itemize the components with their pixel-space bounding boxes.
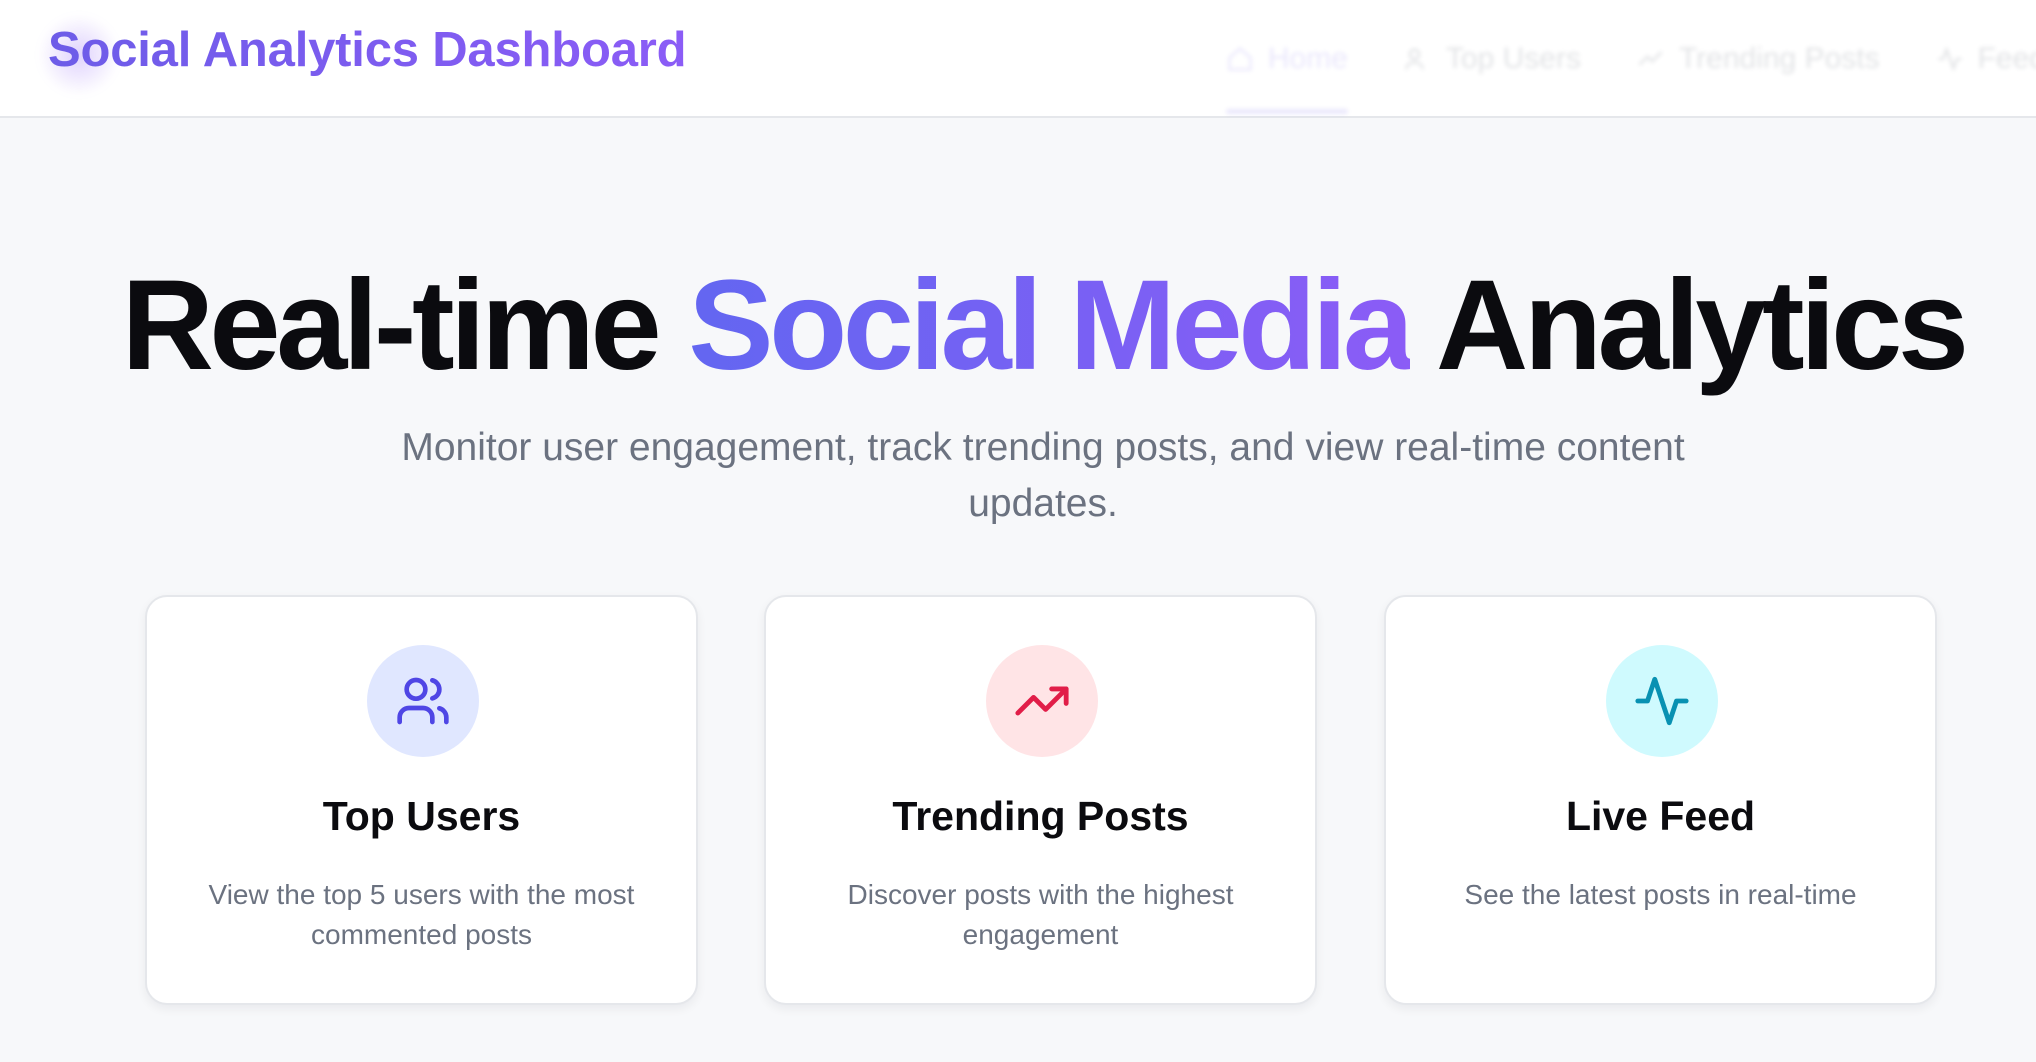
nav-label-home: Home	[1267, 42, 1348, 75]
main-nav: Home Top Users Trending Posts Feed	[1225, 0, 2036, 118]
users-icon	[397, 677, 449, 725]
trending-icon	[1638, 51, 1663, 66]
activity-icon	[1937, 46, 1962, 72]
top-bar: Social Analytics Dashboard Home Top User…	[0, 0, 2036, 118]
card-title: Trending Posts	[892, 793, 1189, 839]
nav-label-top-users: Top Users	[1445, 42, 1581, 75]
nav-item-top-users[interactable]: Top Users	[1404, 0, 1581, 118]
card-top-users[interactable]: Top Users View the top 5 users with the …	[145, 595, 698, 1005]
hero-title-accent: Social Media	[688, 254, 1414, 397]
trending-up-icon	[1015, 686, 1069, 716]
nav-item-home[interactable]: Home	[1225, 0, 1348, 118]
card-title: Live Feed	[1565, 793, 1756, 839]
hero-title: Real-time Social Media Analytics	[0, 262, 2036, 390]
nav-item-trending-posts[interactable]: Trending Posts	[1637, 0, 1880, 118]
card-icon-circle	[1606, 645, 1718, 757]
card-description: Discover posts with the highest engageme…	[847, 879, 1234, 950]
card-icon-circle	[367, 645, 479, 757]
card-icon-circle	[986, 645, 1098, 757]
hero-title-part2: Analytics	[1409, 254, 1969, 397]
nav-item-feed[interactable]: Feed	[1936, 0, 2036, 118]
home-icon	[1228, 46, 1252, 71]
card-trending-posts[interactable]: Trending Posts Discover posts with the h…	[764, 595, 1317, 1005]
card-description: See the latest posts in real-time	[1464, 879, 1857, 910]
card-live-feed[interactable]: Live Feed See the latest posts in real-t…	[1384, 595, 1937, 1005]
activity-icon	[1635, 676, 1689, 726]
users-icon	[1405, 48, 1424, 70]
feature-cards: Top Users View the top 5 users with the …	[145, 595, 1937, 1005]
nav-label-feed: Feed	[1977, 42, 2036, 75]
hero-title-part1: Real-time	[121, 254, 689, 397]
brand-title[interactable]: Social Analytics Dashboard	[48, 22, 687, 78]
card-title: Top Users	[322, 793, 521, 839]
hero-subtitle: Monitor user engagement, track trending …	[401, 426, 1685, 525]
card-description: View the top 5 users with the most comme…	[208, 879, 635, 950]
nav-label-trending-posts: Trending Posts	[1678, 42, 1880, 75]
